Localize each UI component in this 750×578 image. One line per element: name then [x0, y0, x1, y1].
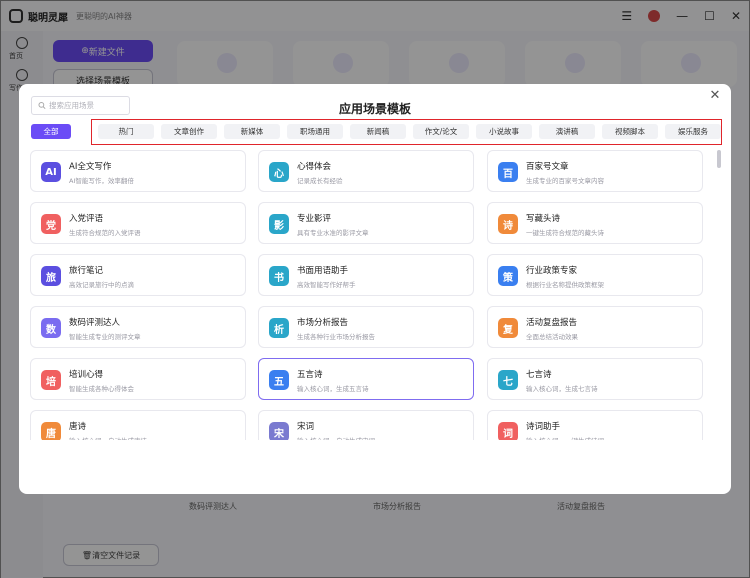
template-card[interactable]: 五五言诗输入核心词，生成五言诗 [258, 358, 474, 400]
template-desc: 输入核心词，生成五言诗 [297, 385, 369, 393]
template-icon: 策 [498, 266, 518, 286]
template-desc: 输入核心词，自动生成宋词 [297, 435, 375, 440]
template-icon: 培 [41, 370, 61, 390]
template-card[interactable]: 析市场分析报告生成各种行业市场分析报告 [258, 306, 474, 348]
template-card[interactable]: 党入党评语生成符合规范的入党评语 [30, 202, 246, 244]
template-desc: 高效智能写作好帮手 [297, 281, 356, 289]
search-box[interactable] [31, 96, 130, 115]
scrollbar[interactable] [717, 150, 721, 168]
template-desc: 输入核心词，生成七言诗 [526, 385, 598, 393]
template-desc: 一键生成符合规范的藏头诗 [526, 229, 604, 237]
template-icon: 五 [269, 370, 289, 390]
template-title: 行业政策专家 [526, 266, 578, 276]
template-desc: 输入核心词，自动生成唐诗 [69, 435, 147, 440]
template-card[interactable]: AI AI全文写作 AI智能写作，效率翻倍 [30, 150, 246, 192]
template-card[interactable]: 培培训心得智能生成各种心得体会 [30, 358, 246, 400]
template-title: 宋词 [297, 422, 315, 432]
template-title: 专业影评 [297, 214, 332, 224]
template-card[interactable]: 书书面用语助手 高效智能写作好帮手 [258, 254, 474, 296]
template-icon: 复 [498, 318, 518, 338]
template-title: 诗词助手 [526, 422, 561, 432]
template-icon: 词 [498, 422, 518, 440]
template-icon: 七 [498, 370, 518, 390]
search-input[interactable] [49, 101, 129, 110]
template-title: 书面用语助手 [297, 266, 349, 276]
template-desc: 具有专业水准的影评文章 [297, 229, 369, 237]
template-card[interactable]: 唐唐诗输入核心词，自动生成唐诗 [30, 410, 246, 440]
template-modal: ✕ 应用场景模板 全部 热门文章创作新媒体职场通用新闻稿作文/论文小说故事演讲稿… [19, 84, 731, 494]
template-icon: 析 [269, 318, 289, 338]
template-icon: 党 [41, 214, 61, 234]
template-icon: 诗 [498, 214, 518, 234]
category-tab[interactable]: 职场通用 [287, 124, 343, 139]
category-tabs: 热门 文章创作 新媒体 职场通用 新闻稿 作文/论文 小说故事 演讲稿 视频脚本 娱乐服务 [91, 119, 722, 145]
category-tab[interactable]: 文章创作 [161, 124, 217, 139]
template-title: 旅行笔记 [69, 266, 104, 276]
template-desc: 生成各种行业市场分析报告 [297, 333, 375, 341]
template-desc: 智能生成专业的测评文章 [69, 333, 141, 341]
category-tab[interactable]: 热门 [98, 124, 154, 139]
template-card[interactable]: 百百家号文章生成专业的百家号文章内容 [487, 150, 703, 192]
template-card[interactable]: 影专业影评具有专业水准的影评文章 [258, 202, 474, 244]
template-card[interactable]: 诗写藏头诗一键生成符合规范的藏头诗 [487, 202, 703, 244]
template-card[interactable]: 复活动复盘报告 全面总结活动效果 [487, 306, 703, 348]
template-icon: 旅 [41, 266, 61, 286]
template-card[interactable]: 数数码评测达人智能生成专业的测评文章 [30, 306, 246, 348]
template-title: 唐诗 [69, 422, 87, 432]
template-icon: 唐 [41, 422, 61, 440]
template-desc: 输入核心词，一键生成诗词 [526, 435, 604, 440]
template-icon: 书 [269, 266, 289, 286]
template-icon: 影 [269, 214, 289, 234]
template-desc: AI智能写作，效率翻倍 [69, 177, 134, 185]
template-icon: 百 [498, 162, 518, 182]
template-desc: 生成符合规范的入党评语 [69, 229, 141, 237]
template-title: 写藏头诗 [526, 214, 561, 224]
category-tab[interactable]: 新闻稿 [350, 124, 406, 139]
template-card[interactable]: 宋宋词输入核心词，自动生成宋词 [258, 410, 474, 440]
category-tab[interactable]: 小说故事 [476, 124, 532, 139]
category-tab[interactable]: 演讲稿 [539, 124, 595, 139]
category-tab[interactable]: 视频脚本 [602, 124, 658, 139]
template-title: 活动复盘报告 [526, 318, 578, 328]
template-icon: 心 [269, 162, 289, 182]
template-desc: 智能生成各种心得体会 [69, 385, 134, 393]
category-tab[interactable]: 新媒体 [224, 124, 280, 139]
template-title: 市场分析报告 [297, 318, 349, 328]
template-title: 心得体会 [297, 162, 332, 172]
template-icon: AI [41, 162, 61, 182]
category-tab[interactable]: 作文/论文 [413, 124, 469, 139]
tab-all[interactable]: 全部 [31, 124, 71, 139]
template-card[interactable]: 策行业政策专家根据行业名称提供政策框架 [487, 254, 703, 296]
template-desc: 生成专业的百家号文章内容 [526, 177, 604, 185]
template-card[interactable]: 心心得体会记录成长有经验 [258, 150, 474, 192]
template-desc: 根据行业名称提供政策框架 [526, 281, 604, 289]
template-icon: 数 [41, 318, 61, 338]
template-card[interactable]: 旅旅行笔记高效记录旅行中的点滴 [30, 254, 246, 296]
template-title: 五言诗 [297, 370, 323, 380]
template-desc: 全面总结活动效果 [526, 333, 578, 341]
template-card[interactable]: 七七言诗输入核心词，生成七言诗 [487, 358, 703, 400]
template-icon: 宋 [269, 422, 289, 440]
template-title: 百家号文章 [526, 162, 569, 172]
template-title: 数码评测达人 [69, 318, 121, 328]
template-desc: 高效记录旅行中的点滴 [69, 281, 134, 289]
template-card[interactable]: 词诗词助手输入核心词，一键生成诗词 [487, 410, 703, 440]
template-title: 入党评语 [69, 214, 104, 224]
template-grid: AI AI全文写作 AI智能写作，效率翻倍心心得体会 记录成长有经验百百家号文章 生成专… [30, 150, 718, 440]
template-title: AI全文写作 [69, 162, 112, 172]
template-desc: 记录成长有经验 [297, 177, 343, 185]
search-icon [38, 101, 46, 110]
category-tab[interactable]: 娱乐服务 [665, 124, 721, 139]
template-title: 培训心得 [69, 370, 104, 380]
template-title: 七言诗 [526, 370, 552, 380]
